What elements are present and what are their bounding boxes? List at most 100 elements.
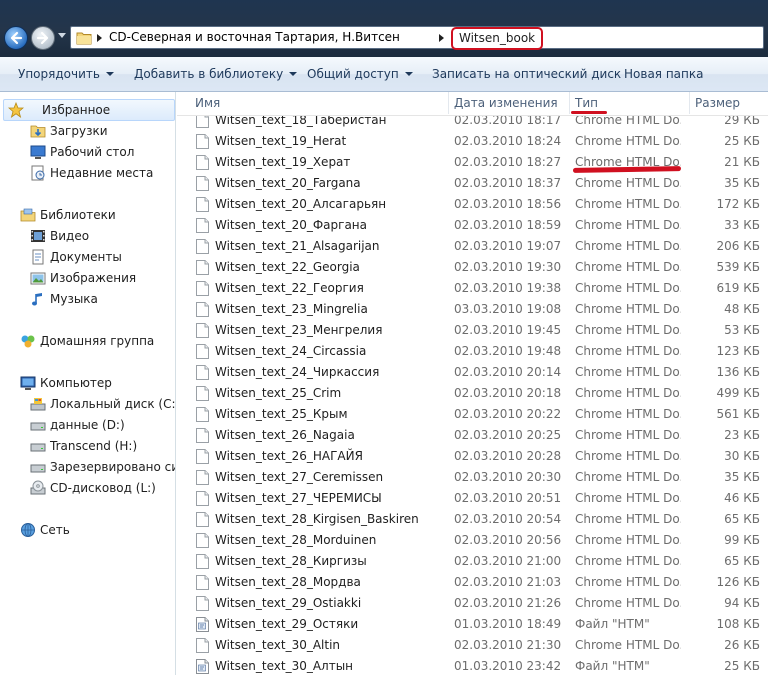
file-type: Файл "HTM" bbox=[575, 659, 650, 673]
column-divider[interactable] bbox=[569, 92, 570, 114]
file-type: Chrome HTML Do... bbox=[575, 512, 681, 526]
file-row[interactable]: Witsen_text_22_Georgia 02.03.2010 19:30 Ch… bbox=[177, 257, 768, 278]
downloads-folder-icon bbox=[30, 125, 46, 138]
file-row[interactable]: Witsen_text_23_Mingrelia 03.03.2010 19:08… bbox=[177, 299, 768, 320]
file-name: Witsen_text_21_Alsagarijan bbox=[215, 239, 380, 253]
file-name: Witsen_text_30_Altin bbox=[215, 638, 341, 652]
file-row[interactable]: Witsen_text_27_Ceremissen 02.03.2010 20:3… bbox=[177, 467, 768, 488]
file-type: Chrome HTML Do... bbox=[575, 239, 681, 253]
file-row[interactable]: Witsen_text_24_Чиркассия 02.03.2010 20:14… bbox=[177, 362, 768, 383]
breadcrumb-current[interactable]: Witsen_book bbox=[451, 27, 544, 50]
file-row[interactable]: Witsen_text_20_Алсагарьян 02.03.2010 18:5… bbox=[177, 194, 768, 215]
file-name: Witsen_text_29_Остяки bbox=[215, 617, 359, 631]
breadcrumb-separator[interactable] bbox=[439, 34, 444, 42]
chrome-html-file-icon bbox=[196, 197, 209, 212]
add-to-library-button[interactable]: Добавить в библиотеку bbox=[134, 67, 298, 81]
file-size: 35 КБ bbox=[724, 470, 760, 484]
file-type: Chrome HTML Do... bbox=[575, 554, 681, 568]
file-row[interactable]: Witsen_text_20_Fargana 02.03.2010 18:37 Ch… bbox=[177, 173, 768, 194]
file-type: Chrome HTML Do... bbox=[575, 218, 681, 232]
file-size: 539 КБ bbox=[716, 260, 760, 274]
file-row[interactable]: Witsen_text_28_Kirgisen_Baskiren 02.03.20… bbox=[177, 509, 768, 530]
file-date: 02.03.2010 18:27 bbox=[454, 155, 562, 169]
chevron-down-icon bbox=[289, 72, 298, 76]
file-type: Chrome HTML Do... bbox=[575, 596, 681, 610]
file-type: Chrome HTML Do... bbox=[575, 428, 681, 442]
file-row[interactable]: Witsen_text_29_Ostiakki 02.03.2010 21:26 C… bbox=[177, 593, 768, 614]
breadcrumb-separator[interactable] bbox=[97, 34, 102, 42]
cd-drive-icon bbox=[30, 480, 46, 495]
file-row[interactable]: Witsen_text_30_Алтын 01.03.2010 23:42 Файл… bbox=[177, 656, 768, 675]
chrome-html-file-icon bbox=[196, 638, 209, 653]
file-row[interactable]: Witsen_text_19_Herat 02.03.2010 18:24 Chro… bbox=[177, 131, 768, 152]
file-date: 02.03.2010 20:56 bbox=[454, 533, 562, 547]
file-name: Witsen_text_22_Георгия bbox=[215, 281, 364, 295]
chrome-html-file-icon bbox=[196, 281, 209, 296]
file-date: 01.03.2010 23:42 bbox=[454, 659, 562, 673]
file-size: 25 КБ bbox=[724, 134, 760, 148]
file-row[interactable]: Witsen_text_26_НАГАЙЯ 02.03.2010 20:28 Chr… bbox=[177, 446, 768, 467]
forward-button[interactable] bbox=[31, 26, 55, 50]
file-date: 02.03.2010 20:28 bbox=[454, 449, 562, 463]
address-box[interactable]: CD-Северная и восточная Тартария, Н.Витс… bbox=[70, 26, 764, 50]
file-type: Chrome HTML Do... bbox=[575, 470, 681, 484]
column-divider[interactable] bbox=[689, 92, 690, 114]
burn-button[interactable]: Записать на оптический диск bbox=[432, 67, 621, 81]
file-size: 108 КБ bbox=[716, 617, 760, 631]
back-button[interactable] bbox=[4, 26, 28, 50]
file-row[interactable]: Witsen_text_23_Менгрелия 02.03.2010 19:45… bbox=[177, 320, 768, 341]
file-row[interactable]: Witsen_text_22_Георгия 02.03.2010 19:38 Ch… bbox=[177, 278, 768, 299]
file-date: 02.03.2010 21:03 bbox=[454, 575, 562, 589]
chrome-html-file-icon bbox=[196, 491, 209, 506]
column-header-size[interactable]: Размер bbox=[695, 96, 740, 110]
file-type: Chrome HTML Do... bbox=[575, 638, 681, 652]
file-size: 123 КБ bbox=[716, 344, 760, 358]
file-date: 02.03.2010 19:48 bbox=[454, 344, 562, 358]
file-size: 561 КБ bbox=[716, 407, 760, 421]
organize-button[interactable]: Упорядочить bbox=[18, 67, 114, 81]
homegroup-icon bbox=[21, 335, 35, 348]
share-button[interactable]: Общий доступ bbox=[307, 67, 413, 81]
htm-file-icon bbox=[196, 617, 209, 632]
file-date: 02.03.2010 19:38 bbox=[454, 281, 562, 295]
file-row[interactable]: Witsen_text_26_Nagaia 02.03.2010 20:25 Chr… bbox=[177, 425, 768, 446]
pictures-icon bbox=[30, 272, 46, 285]
file-type: Chrome HTML Do... bbox=[575, 260, 681, 274]
column-divider[interactable] bbox=[448, 92, 449, 114]
recent-pages-dropdown[interactable] bbox=[58, 33, 66, 38]
column-header-date[interactable]: Дата изменения bbox=[454, 96, 558, 110]
file-row[interactable]: Witsen_text_28_Киргизы 02.03.2010 21:00 Ch… bbox=[177, 551, 768, 572]
file-name: Witsen_text_26_Nagaia bbox=[215, 428, 355, 442]
file-row[interactable]: Witsen_text_24_Circassia 02.03.2010 19:48… bbox=[177, 341, 768, 362]
new-folder-button[interactable]: Новая папка bbox=[624, 67, 703, 81]
file-name: Witsen_text_25_Крым bbox=[215, 407, 348, 421]
file-name: Witsen_text_25_Crim bbox=[215, 386, 342, 400]
file-name: Witsen_text_19_Херат bbox=[215, 155, 351, 169]
file-name: Witsen_text_20_Алсагарьян bbox=[215, 197, 387, 211]
file-name: Witsen_text_29_Ostiakki bbox=[215, 596, 362, 610]
file-row[interactable]: Witsen_text_25_Crim 02.03.2010 20:18 Chrom… bbox=[177, 383, 768, 404]
file-row[interactable]: Witsen_text_21_Alsagarijan 02.03.2010 19:… bbox=[177, 236, 768, 257]
file-date: 02.03.2010 19:45 bbox=[454, 323, 562, 337]
file-row[interactable]: Witsen_text_28_Мордва 02.03.2010 21:03 Chr… bbox=[177, 572, 768, 593]
file-row[interactable]: Witsen_text_30_Altin 02.03.2010 21:30 Chro… bbox=[177, 635, 768, 656]
file-row[interactable]: Witsen_text_27_ЧЕРЕМИСЫ 02.03.2010 20:51 C… bbox=[177, 488, 768, 509]
file-row[interactable]: Witsen_text_20_Фаргана 02.03.2010 18:59 Ch… bbox=[177, 215, 768, 236]
column-headers: Имя Дата изменения Тип Размер bbox=[177, 92, 768, 116]
file-row[interactable]: Witsen_text_28_Morduinen 02.03.2010 20:56… bbox=[177, 530, 768, 551]
file-date: 02.03.2010 18:24 bbox=[454, 134, 562, 148]
file-date: 02.03.2010 19:07 bbox=[454, 239, 562, 253]
navigation-pane: Избранное Загрузки Рабочий стол Недавние… bbox=[0, 92, 176, 675]
file-date: 02.03.2010 18:59 bbox=[454, 218, 562, 232]
column-header-type[interactable]: Тип bbox=[575, 96, 598, 110]
column-header-name[interactable]: Имя bbox=[195, 96, 220, 110]
file-row[interactable]: Witsen_text_29_Остяки 01.03.2010 18:49 Фай… bbox=[177, 614, 768, 635]
file-name: Witsen_text_27_Ceremissen bbox=[215, 470, 384, 484]
annotation-underline bbox=[571, 111, 607, 114]
file-size: 126 КБ bbox=[716, 575, 760, 589]
file-size: 46 КБ bbox=[724, 491, 760, 505]
file-row[interactable]: Witsen_text_25_Крым 02.03.2010 20:22 Chrom… bbox=[177, 404, 768, 425]
breadcrumb-segment[interactable]: CD-Северная и восточная Тартария, Н.Витс… bbox=[109, 30, 400, 44]
file-name: Witsen_text_20_Фаргана bbox=[215, 218, 367, 232]
file-size: 99 КБ bbox=[724, 533, 760, 547]
